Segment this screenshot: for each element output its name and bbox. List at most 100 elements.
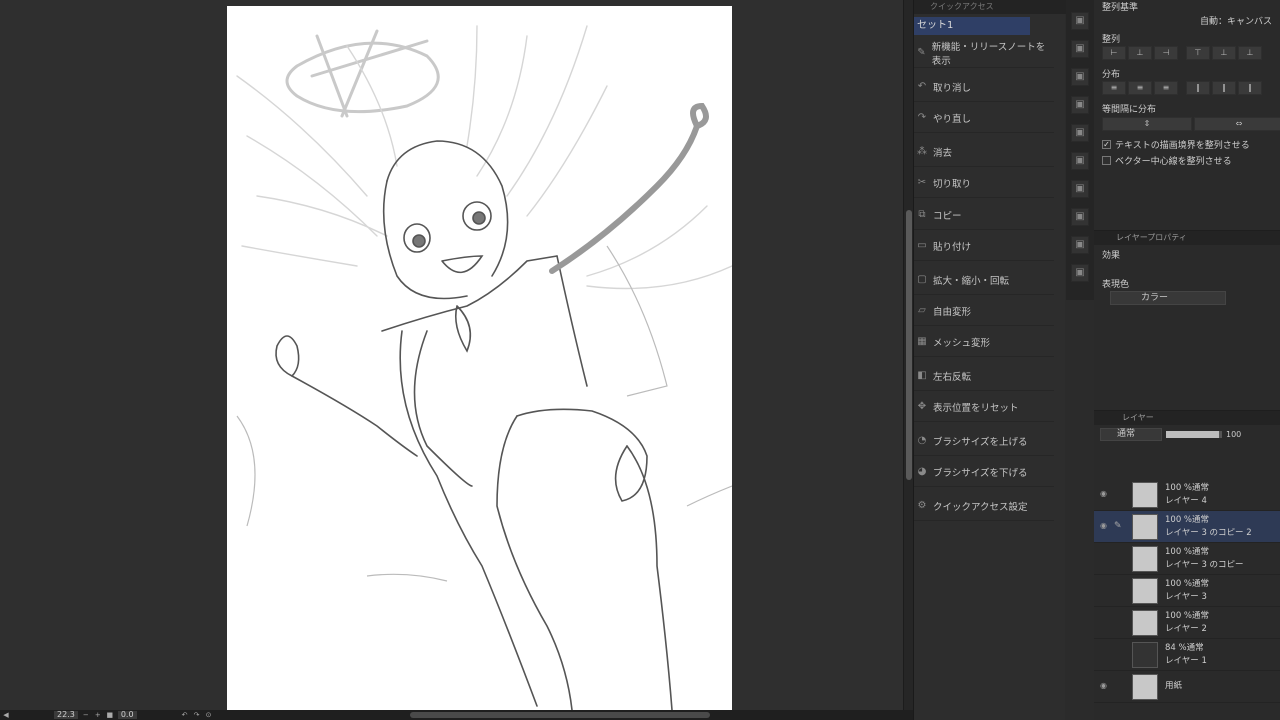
- rotate-reset-icon[interactable]: ⊙: [205, 711, 213, 719]
- layer-row[interactable]: 100 %通常 レイヤー 2: [1094, 607, 1280, 639]
- rotate-left-icon[interactable]: ↶: [181, 711, 189, 719]
- layer-row[interactable]: 84 %通常 レイヤー 1: [1094, 639, 1280, 671]
- layer-name: レイヤー 3 のコピー 2: [1165, 528, 1252, 538]
- zoom-field[interactable]: 22.3: [54, 711, 78, 719]
- panel-tab-icon[interactable]: ▣: [1071, 40, 1089, 58]
- expression-color-label: 表現色: [1102, 280, 1130, 290]
- cmd-label: 拡大・縮小・回転: [933, 275, 1010, 287]
- free-transform-icon: ▱: [918, 305, 926, 316]
- distribute-hcenter-button[interactable]: ‖: [1212, 81, 1236, 95]
- panel-tab-icon[interactable]: ▣: [1071, 12, 1089, 30]
- align-top-button[interactable]: ⊤: [1186, 46, 1210, 60]
- reset-view-icon: ✥: [917, 401, 927, 412]
- cmd-mesh-transform[interactable]: ▦ メッシュ変形: [914, 327, 1054, 357]
- text-bounds-checkbox[interactable]: ✓ テキストの描画境界を整列させる: [1102, 138, 1250, 151]
- horizontal-scroll-thumb[interactable]: [410, 712, 710, 718]
- checkbox-label: テキストの描画境界を整列させる: [1115, 141, 1250, 151]
- layer-row[interactable]: ◉ 100 %通常 レイヤー 4: [1094, 479, 1280, 511]
- layer-row[interactable]: 100 %通常 レイヤー 3: [1094, 575, 1280, 607]
- panel-tab-icon[interactable]: ▣: [1071, 68, 1089, 86]
- cmd-label: 自由変形: [933, 306, 972, 318]
- layer-blend-info: 100 %通常: [1165, 611, 1210, 621]
- eye-icon[interactable]: ◉: [1100, 521, 1110, 531]
- fit-icon[interactable]: ■: [106, 711, 114, 719]
- cmd-cut[interactable]: ✂ 切り取り: [914, 168, 1054, 198]
- panel-tab-icon[interactable]: ▣: [1071, 96, 1089, 114]
- undo-icon: ↶: [917, 81, 927, 92]
- distribute-buttons: ≡ ≡ ≡ ‖ ‖ ‖: [1102, 81, 1262, 95]
- cmd-label: ブラシサイズを下げる: [933, 467, 1028, 479]
- checkbox-unchecked[interactable]: [1102, 156, 1111, 165]
- cmd-label: ブラシサイズを上げる: [933, 436, 1028, 448]
- cmd-transform[interactable]: ▢ 拡大・縮小・回転: [914, 265, 1054, 295]
- nav-left-icon[interactable]: ◀: [2, 711, 10, 719]
- layer-name: 用紙: [1165, 681, 1183, 691]
- zoom-out-icon[interactable]: −: [82, 711, 90, 719]
- layer-panel-header[interactable]: レイヤー: [1094, 411, 1280, 425]
- layer-name: レイヤー 1: [1165, 656, 1207, 666]
- rotation-field[interactable]: 0.0: [117, 711, 137, 719]
- vertical-scrollbar[interactable]: [903, 0, 913, 710]
- rotate-right-icon[interactable]: ↷: [193, 711, 201, 719]
- align-right-button[interactable]: ⊣: [1154, 46, 1178, 60]
- cmd-undo[interactable]: ↶ 取り消し: [914, 72, 1054, 102]
- cmd-reset-view[interactable]: ✥ 表示位置をリセット: [914, 392, 1054, 422]
- vertical-scroll-thumb[interactable]: [906, 210, 912, 480]
- brush-down-icon: ◕: [917, 466, 927, 477]
- zoom-in-icon[interactable]: +: [94, 711, 102, 719]
- cmd-redo[interactable]: ↷ やり直し: [914, 103, 1054, 133]
- distribute-vcenter-button[interactable]: ≡: [1128, 81, 1152, 95]
- equal-spacing-horizontal-button[interactable]: ⇔: [1194, 117, 1280, 131]
- cmd-copy[interactable]: ⧉ コピー: [914, 200, 1054, 230]
- cmd-release-notes[interactable]: ✎ 新機能・リリースノートを表示: [914, 38, 1054, 68]
- eye-icon[interactable]: ◉: [1100, 681, 1110, 691]
- cmd-flip[interactable]: ◧ 左右反転: [914, 361, 1054, 391]
- cmd-label: 左右反転: [933, 371, 972, 383]
- cmd-free-transform[interactable]: ▱ 自由変形: [914, 296, 1054, 326]
- vector-center-checkbox[interactable]: ベクター中心線を整列させる: [1102, 154, 1232, 167]
- distribute-left-button[interactable]: ‖: [1186, 81, 1210, 95]
- layer-row[interactable]: 100 %通常 レイヤー 3 のコピー: [1094, 543, 1280, 575]
- distribute-bottom-button[interactable]: ≡: [1154, 81, 1178, 95]
- panel-tab-icon[interactable]: ▣: [1071, 180, 1089, 198]
- opacity-value[interactable]: 100: [1226, 430, 1241, 439]
- panel-tab-icon[interactable]: ▣: [1071, 152, 1089, 170]
- cmd-label: クイックアクセス設定: [933, 501, 1028, 513]
- align-basis-value[interactable]: 自動：キャンバス: [1200, 14, 1272, 27]
- canvas-area[interactable]: [0, 0, 903, 710]
- checkbox-checked[interactable]: ✓: [1102, 140, 1111, 149]
- panel-tab-icon[interactable]: ▣: [1071, 264, 1089, 282]
- cmd-brush-size-down[interactable]: ◕ ブラシサイズを下げる: [914, 457, 1054, 487]
- align-left-button[interactable]: ⊢: [1102, 46, 1126, 60]
- align-vcenter-button[interactable]: ⊥: [1212, 46, 1236, 60]
- canvas-paper[interactable]: [227, 6, 732, 710]
- quick-access-set-selector[interactable]: セット1: [914, 17, 1030, 35]
- blend-mode-select[interactable]: 通常: [1100, 427, 1162, 441]
- layer-property-header[interactable]: レイヤープロパティ: [1094, 231, 1280, 245]
- eye-icon[interactable]: ◉: [1100, 489, 1110, 499]
- opacity-slider[interactable]: [1166, 430, 1222, 438]
- layer-thumbnail: [1132, 610, 1158, 636]
- expression-color-select[interactable]: カラー: [1110, 291, 1226, 305]
- layer-row-active[interactable]: ◉ ✎ 100 %通常 レイヤー 3 のコピー 2: [1094, 511, 1280, 543]
- align-hcenter-button[interactable]: ⊥: [1128, 46, 1152, 60]
- align-panel: 整列基準 自動：キャンバス 整列 ⊢ ⊥ ⊣ ⊤ ⊥ ⊥ 分布 ≡ ≡ ≡ ‖ …: [1094, 0, 1280, 230]
- align-bottom-button[interactable]: ⊥: [1238, 46, 1262, 60]
- layer-blend-info: 100 %通常: [1165, 515, 1210, 525]
- distribute-right-button[interactable]: ‖: [1238, 81, 1262, 95]
- distribute-top-button[interactable]: ≡: [1102, 81, 1126, 95]
- cmd-clear[interactable]: ⁂ 消去: [914, 137, 1054, 167]
- panel-tab-icon[interactable]: ▣: [1071, 208, 1089, 226]
- layer-blend-info: 100 %通常: [1165, 547, 1210, 557]
- align-label: 整列: [1102, 35, 1121, 45]
- cmd-quick-access-settings[interactable]: ⚙ クイックアクセス設定: [914, 491, 1054, 521]
- layer-blend-info: 100 %通常: [1165, 483, 1210, 493]
- equal-spacing-vertical-button[interactable]: ⇕: [1102, 117, 1192, 131]
- panel-tab-icon[interactable]: ▣: [1071, 124, 1089, 142]
- panel-tab-icon[interactable]: ▣: [1071, 236, 1089, 254]
- paste-icon: ▭: [917, 240, 927, 251]
- layer-row-paper[interactable]: ◉ 用紙: [1094, 671, 1280, 703]
- align-buttons: ⊢ ⊥ ⊣ ⊤ ⊥ ⊥: [1102, 46, 1262, 60]
- cmd-brush-size-up[interactable]: ◔ ブラシサイズを上げる: [914, 426, 1054, 456]
- cmd-paste[interactable]: ▭ 貼り付け: [914, 231, 1054, 261]
